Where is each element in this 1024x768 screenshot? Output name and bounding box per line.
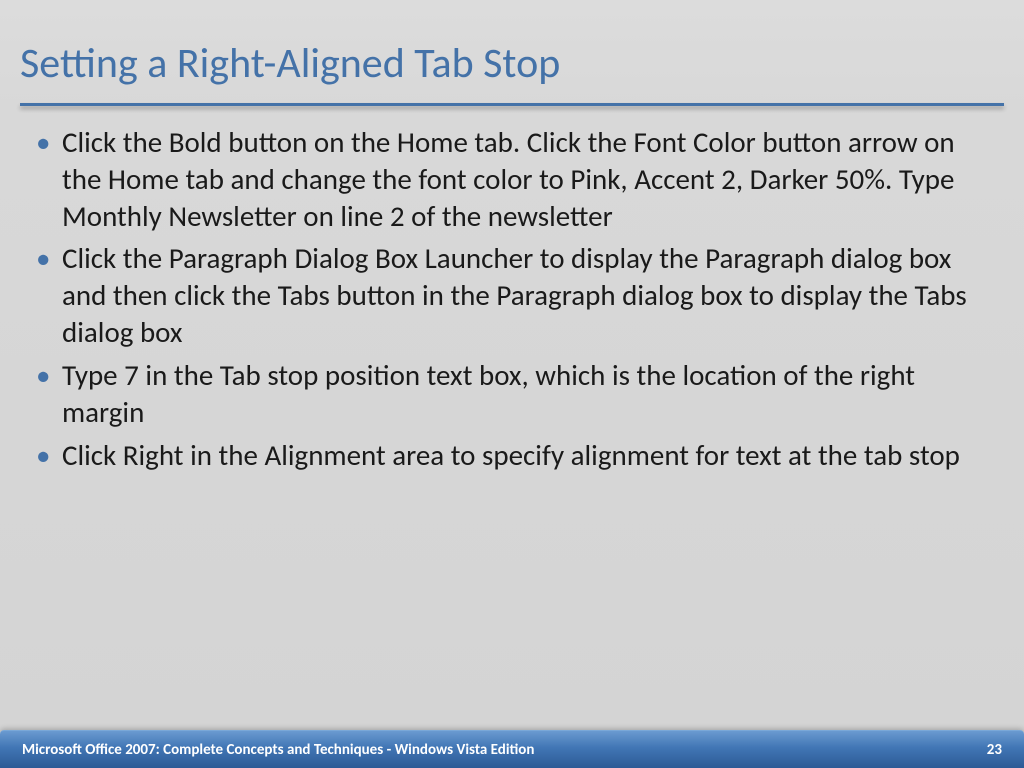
slide-content: Click the Bold button on the Home tab. C…: [0, 106, 1024, 473]
slide-title: Setting a Right-Aligned Tab Stop: [0, 0, 1024, 103]
bullet-item: Click the Bold button on the Home tab. C…: [30, 124, 994, 234]
bullet-item: Click Right in the Alignment area to spe…: [30, 437, 994, 474]
footer-text: Microsoft Office 2007: Complete Concepts…: [22, 741, 534, 759]
bullet-item: Type 7 in the Tab stop position text box…: [30, 357, 994, 431]
slide-footer: Microsoft Office 2007: Complete Concepts…: [0, 730, 1024, 768]
page-number: 23: [987, 741, 1002, 759]
bullet-list: Click the Bold button on the Home tab. C…: [30, 124, 994, 473]
bullet-item: Click the Paragraph Dialog Box Launcher …: [30, 240, 994, 350]
